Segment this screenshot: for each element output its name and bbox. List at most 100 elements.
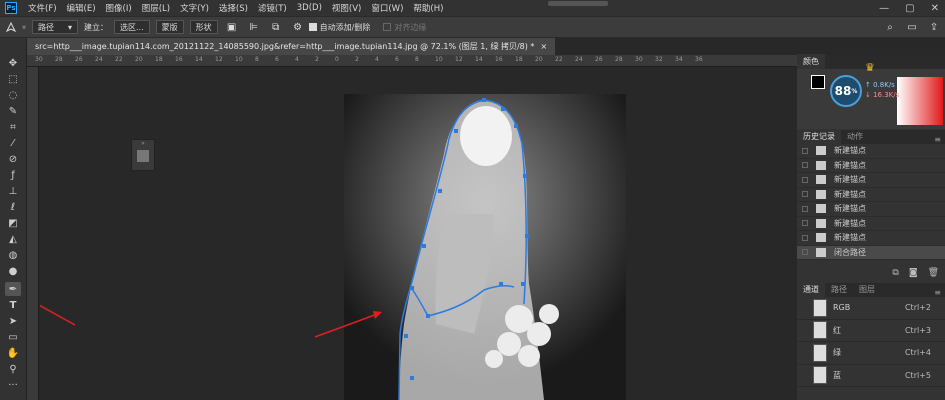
healing-brush-tool-icon[interactable]: ⊘ xyxy=(5,152,21,166)
eraser-tool-icon[interactable]: ◩ xyxy=(5,216,21,230)
tab-history[interactable]: 历史记录 xyxy=(797,129,841,144)
pen-tool-preset-icon[interactable] xyxy=(4,20,18,34)
panel-menu-icon[interactable]: ≡ xyxy=(934,288,941,297)
history-source-box[interactable] xyxy=(802,234,808,241)
channel-row[interactable]: 绿 Ctrl+4 xyxy=(797,342,945,365)
channel-row[interactable]: RGB Ctrl+2 xyxy=(797,297,945,320)
selection-button[interactable]: 选区... xyxy=(114,20,150,34)
lasso-tool-icon[interactable]: ◌ xyxy=(5,88,21,102)
type-tool-icon[interactable]: T xyxy=(5,298,21,312)
history-source-box[interactable] xyxy=(802,147,808,154)
channel-row[interactable]: 蓝 Ctrl+5 xyxy=(797,365,945,387)
menu-image[interactable]: 图像(I) xyxy=(101,2,137,14)
pick-tool-mode-select[interactable]: 路径 ▾ xyxy=(32,20,79,34)
foreground-color-swatch[interactable] xyxy=(811,75,825,89)
marquee-tool-icon[interactable]: ⬚ xyxy=(5,72,21,86)
channels-tabs: 通道 路径 图层 ≡ xyxy=(797,282,945,297)
history-brush-tool-icon[interactable]: ℓ xyxy=(5,200,21,214)
hand-tool-icon[interactable]: ✋ xyxy=(5,346,21,360)
menu-window[interactable]: 窗口(W) xyxy=(366,2,408,14)
crop-tool-icon[interactable]: ⌗ xyxy=(5,120,21,134)
history-item[interactable]: 新建锚点 xyxy=(797,173,945,188)
eyedropper-tool-icon[interactable]: ⁄ xyxy=(5,136,21,150)
search-icon[interactable]: ⌕ xyxy=(883,20,897,34)
channel-row[interactable]: 红 Ctrl+3 xyxy=(797,320,945,342)
gear-icon[interactable]: ⚙ xyxy=(291,20,305,34)
tab-color[interactable]: 颜色 xyxy=(797,54,825,69)
shape-tool-icon[interactable]: ▭ xyxy=(5,330,21,344)
ruler-tick-label: 4 xyxy=(295,56,299,63)
history-source-box[interactable] xyxy=(802,162,808,169)
tab-channels[interactable]: 通道 xyxy=(797,282,825,297)
auto-add-delete-checkbox[interactable] xyxy=(308,23,317,31)
trash-icon[interactable]: 🗑 xyxy=(928,268,939,278)
menu-3d[interactable]: 3D(D) xyxy=(292,3,327,13)
menu-filter[interactable]: 滤镜(T) xyxy=(253,2,292,14)
path-alignment-icon[interactable]: ⊫ xyxy=(247,20,261,34)
workspace-icon[interactable]: ▭ xyxy=(905,20,919,34)
history-item[interactable]: 新建锚点 xyxy=(797,144,945,159)
mask-button[interactable]: 蒙版 xyxy=(155,20,184,34)
path-selection-tool-icon[interactable]: ➤ xyxy=(5,314,21,328)
tab-actions[interactable]: 动作 xyxy=(841,129,869,144)
history-item[interactable]: 新建锚点 xyxy=(797,231,945,246)
move-tool-icon[interactable]: ✥ xyxy=(5,56,21,70)
collapse-icon[interactable]: » xyxy=(132,140,154,147)
document-tab[interactable]: src=http___image.tupian114.com_20121122_… xyxy=(27,38,556,55)
menu-select[interactable]: 选择(S) xyxy=(214,2,253,14)
chevron-down-icon[interactable]: ▾ xyxy=(22,23,26,32)
zoom-tool-icon[interactable]: ⚲ xyxy=(5,362,21,376)
floating-mini-panel[interactable]: » xyxy=(131,139,155,171)
align-edges-checkbox[interactable] xyxy=(383,23,392,31)
vertical-ruler[interactable] xyxy=(27,67,39,400)
more-tools-icon[interactable]: ··· xyxy=(5,378,21,392)
history-source-box[interactable] xyxy=(802,220,808,227)
history-source-box[interactable] xyxy=(802,249,808,256)
pen-tool-icon[interactable]: ✒ xyxy=(5,282,21,296)
history-item-label: 新建锚点 xyxy=(834,160,866,170)
ruler-tick-label: 24 xyxy=(575,56,583,63)
history-item[interactable]: 新建锚点 xyxy=(797,188,945,202)
panel-menu-icon[interactable]: ≡ xyxy=(934,135,941,144)
share-icon[interactable]: ⇪ xyxy=(927,20,941,34)
history-item[interactable]: 新建锚点 xyxy=(797,159,945,173)
quick-select-tool-icon[interactable]: ✎ xyxy=(5,104,21,118)
tab-layers[interactable]: 图层 xyxy=(853,282,881,297)
menu-help[interactable]: 帮助(H) xyxy=(408,2,448,14)
horizontal-ruler[interactable]: 30 28 26 24 22 20 18 16 14 12 10 8 6 4 2 0 2 4 6 8 10 12 14 16 1… xyxy=(27,55,797,67)
history-footer: ⧉ ◙ 🗑 xyxy=(892,268,939,278)
snapshot-camera-icon[interactable]: ◙ xyxy=(909,268,918,278)
shape-button[interactable]: 形状 xyxy=(189,20,218,34)
brush-tool-icon[interactable]: ƒ xyxy=(5,168,21,182)
history-source-box[interactable] xyxy=(802,205,808,212)
history-item[interactable]: 新建锚点 xyxy=(797,217,945,231)
maximize-icon[interactable]: ▢ xyxy=(905,3,914,14)
clone-stamp-tool-icon[interactable]: ⊥ xyxy=(5,184,21,198)
ruler-tick-label: 34 xyxy=(675,56,683,63)
build-label: 建立： xyxy=(84,22,109,32)
history-source-box[interactable] xyxy=(802,176,808,183)
dodge-tool-icon[interactable]: ● xyxy=(5,264,21,278)
path-operations-icon[interactable]: ▣ xyxy=(225,20,239,34)
color-spectrum[interactable] xyxy=(897,77,943,125)
tab-paths[interactable]: 路径 xyxy=(825,282,853,297)
history-item-selected[interactable]: 闭合路径 xyxy=(797,245,945,260)
menu-layer[interactable]: 图层(L) xyxy=(137,2,175,14)
minimize-icon[interactable]: — xyxy=(879,3,889,14)
new-document-from-state-icon[interactable]: ⧉ xyxy=(892,268,898,278)
menu-view[interactable]: 视图(V) xyxy=(327,2,366,14)
paint-bucket-tool-icon[interactable]: ◭ xyxy=(5,232,21,246)
history-source-box[interactable] xyxy=(802,191,808,198)
menu-type[interactable]: 文字(Y) xyxy=(175,2,214,14)
menu-edit[interactable]: 编辑(E) xyxy=(62,2,101,14)
canvas-area[interactable] xyxy=(40,67,797,400)
network-speed-gauge: 88% xyxy=(830,75,862,107)
menu-file[interactable]: 文件(F) xyxy=(23,2,62,14)
close-tab-icon[interactable]: × xyxy=(540,42,547,51)
path-arrangement-icon[interactable]: ⧉ xyxy=(269,20,283,34)
history-state-icon xyxy=(816,233,826,243)
panel-tool-icon[interactable] xyxy=(137,150,149,162)
blur-tool-icon[interactable]: ◍ xyxy=(5,248,21,262)
close-icon[interactable]: ✕ xyxy=(931,3,939,14)
history-item[interactable]: 新建锚点 xyxy=(797,202,945,217)
